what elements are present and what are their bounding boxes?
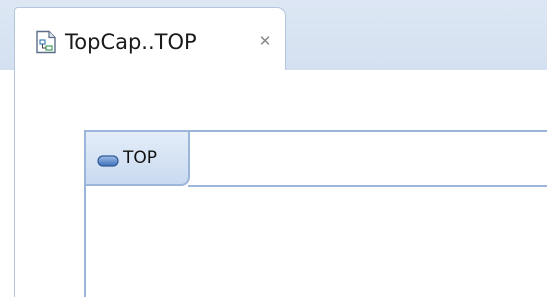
capsule-icon <box>97 152 119 167</box>
frame-header-divider <box>188 185 547 187</box>
tab-title: TopCap..TOP <box>65 30 197 54</box>
frame-label-tab[interactable]: TOP <box>86 132 190 186</box>
close-icon[interactable]: ✕ <box>255 30 275 52</box>
editor-tabstrip: TopCap..TOP ✕ <box>0 0 547 71</box>
frame-label-text: TOP <box>123 148 158 168</box>
diagram-frame-top[interactable]: TOP <box>84 130 547 297</box>
diagram-file-icon <box>35 30 57 54</box>
editor-tab-topcap-top[interactable]: TopCap..TOP ✕ <box>14 7 286 71</box>
